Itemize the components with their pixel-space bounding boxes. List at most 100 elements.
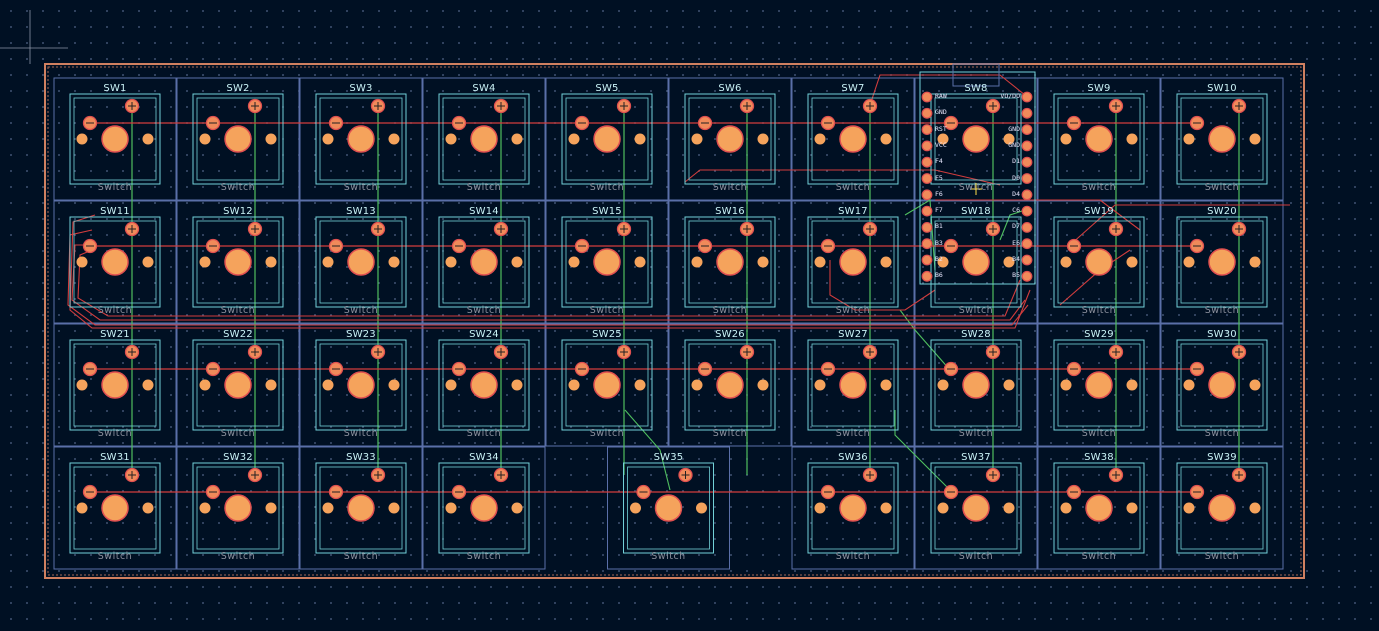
switch-value: Switch — [1204, 305, 1240, 316]
switch-value: Switch — [712, 305, 748, 316]
switch-reference: SW37 — [961, 452, 991, 463]
switch-value: Switch — [835, 551, 871, 562]
mcu-pin-label: GND — [935, 108, 947, 117]
switch-reference: SW28 — [961, 329, 991, 340]
mcu-pin-label: VO/DO — [1000, 92, 1020, 100]
switch-sw25: SW25 Switch — [546, 324, 668, 446]
mcu-pin-label: D0 — [1012, 173, 1020, 182]
switch-value: Switch — [958, 305, 994, 316]
switch-reference: SW38 — [1084, 452, 1114, 463]
mcu-pin-label: RST — [935, 124, 947, 133]
mcu-pin-label: D1 — [1012, 157, 1020, 166]
switch-reference: SW35 — [653, 452, 684, 463]
switch-value: Switch — [220, 182, 256, 193]
switch-value: Switch — [1081, 182, 1117, 193]
switch-reference: SW7 — [841, 83, 865, 94]
switch-sw17: SW17 Switch — [792, 201, 914, 323]
switch-sw22: SW22 Switch — [177, 324, 299, 446]
switch-sw35: SW35 Switch — [608, 447, 730, 569]
mcu-pin-label: F6 — [935, 189, 943, 198]
switch-reference: SW29 — [1084, 329, 1114, 340]
switch-sw16: SW16 Switch — [669, 201, 791, 323]
mcu-pin-label: F7 — [935, 206, 943, 215]
switch-reference: SW26 — [715, 329, 745, 340]
switch-sw30: SW30 Switch — [1161, 324, 1283, 446]
switch-value: Switch — [1204, 182, 1240, 193]
switch-reference: SW3 — [349, 83, 373, 94]
switch-value: Switch — [958, 551, 994, 562]
switch-sw33: SW33 Switch — [300, 447, 422, 569]
switch-sw4: SW4 Switch — [423, 78, 545, 200]
mcu-pin-label: B6 — [935, 271, 943, 280]
mcu-pin-label: RAW — [935, 92, 947, 100]
switch-reference: SW5 — [595, 83, 619, 94]
switch-value: Switch — [1204, 428, 1240, 439]
switch-sw32: SW32 Switch — [177, 447, 299, 569]
switch-reference: SW13 — [346, 206, 376, 217]
switch-reference: SW2 — [226, 83, 250, 94]
mcu-pin-label: B5 — [1012, 271, 1020, 280]
switch-value: Switch — [651, 551, 686, 562]
mcu-pin-label: B3 — [935, 238, 943, 247]
switch-sw6: SW6 Switch — [669, 78, 791, 200]
switch-sw19: SW19 Switch — [1038, 201, 1160, 323]
switch-reference: SW1 — [103, 83, 127, 94]
switch-sw9: SW9 Switch — [1038, 78, 1160, 200]
mcu-pin-label: C6 — [1012, 206, 1020, 215]
switch-sw7: SW7 Switch — [792, 78, 914, 200]
switch-value: Switch — [466, 551, 502, 562]
switch-value: Switch — [1204, 551, 1240, 562]
switch-sw5: SW5 Switch — [546, 78, 668, 200]
switch-sw36: SW36 Switch — [792, 447, 914, 569]
switch-sw38: SW38 Switch — [1038, 447, 1160, 569]
label-layer: SW1 Switch SW2 Switch SW3 Switch SW4 Switch SW5 S… — [0, 0, 1379, 631]
switch-sw21: SW21 Switch — [54, 324, 176, 446]
switch-reference: SW25 — [592, 329, 622, 340]
switch-reference: SW16 — [715, 206, 745, 217]
switch-sw3: SW3 Switch — [300, 78, 422, 200]
switch-sw29: SW29 Switch — [1038, 324, 1160, 446]
switch-reference: SW15 — [592, 206, 622, 217]
switch-reference: SW19 — [1084, 206, 1114, 217]
switch-sw37: SW37 Switch — [915, 447, 1037, 569]
switch-sw23: SW23 Switch — [300, 324, 422, 446]
switch-value: Switch — [343, 305, 379, 316]
switch-sw20: SW20 Switch — [1161, 201, 1283, 323]
switch-value: Switch — [835, 428, 871, 439]
switch-value: Switch — [1081, 551, 1117, 562]
switch-value: Switch — [343, 182, 379, 193]
switch-value: Switch — [343, 551, 379, 562]
switch-reference: SW23 — [346, 329, 376, 340]
switch-reference: SW10 — [1207, 83, 1237, 94]
switch-reference: SW30 — [1207, 329, 1237, 340]
mcu-pin-label: D4 — [1012, 189, 1020, 198]
switch-reference: SW11 — [100, 206, 130, 217]
switch-value: Switch — [466, 305, 502, 316]
switch-reference: SW14 — [469, 206, 499, 217]
switch-reference: SW27 — [838, 329, 868, 340]
switch-reference: SW17 — [838, 206, 868, 217]
switch-reference: SW4 — [472, 83, 496, 94]
mcu-pin-label: GND — [1008, 140, 1020, 149]
switch-sw15: SW15 Switch — [546, 201, 668, 323]
switch-reference: SW6 — [718, 83, 742, 94]
switch-value: Switch — [343, 428, 379, 439]
mcu-pin-label: E6 — [1012, 238, 1020, 247]
mcu-pin-label: D7 — [1012, 222, 1020, 231]
switch-sw11: SW11 Switch — [54, 201, 176, 323]
switch-value: Switch — [466, 428, 502, 439]
mcu-pin-label: B2 — [935, 255, 943, 263]
switch-value: Switch — [97, 428, 133, 439]
switch-value: Switch — [1081, 305, 1117, 316]
switch-value: Switch — [958, 428, 994, 439]
switch-value: Switch — [835, 305, 871, 316]
switch-value: Switch — [835, 182, 871, 193]
mcu-pin-label: VCC — [935, 140, 947, 149]
switch-sw14: SW14 Switch — [423, 201, 545, 323]
switch-value: Switch — [712, 428, 748, 439]
switch-reference: SW34 — [469, 452, 499, 463]
switch-sw12: SW12 Switch — [177, 201, 299, 323]
switch-sw31: SW31 Switch — [54, 447, 176, 569]
switch-reference: SW31 — [100, 452, 130, 463]
switch-sw10: SW10 Switch — [1161, 78, 1283, 200]
